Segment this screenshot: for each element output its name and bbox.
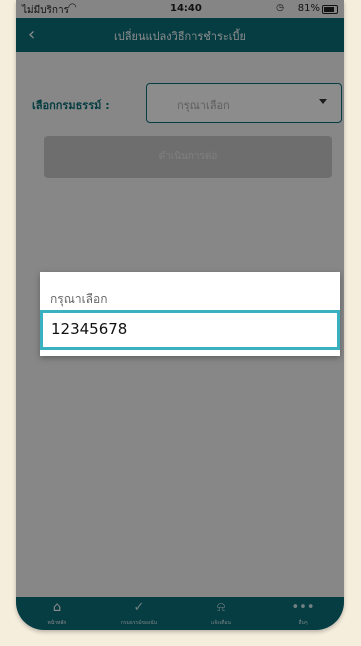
dialog-option-label: 12345678 xyxy=(51,320,128,338)
dialog-option[interactable]: 12345678 xyxy=(40,310,340,350)
dialog-title: กรุณาเลือก xyxy=(50,292,108,306)
selection-dialog: กรุณาเลือก 12345678 xyxy=(40,272,340,356)
phone-frame: ไม่มีบริการ ◠ 14:40 ◷ 81% ‹ เปลี่ยนแปลงว… xyxy=(16,0,344,630)
